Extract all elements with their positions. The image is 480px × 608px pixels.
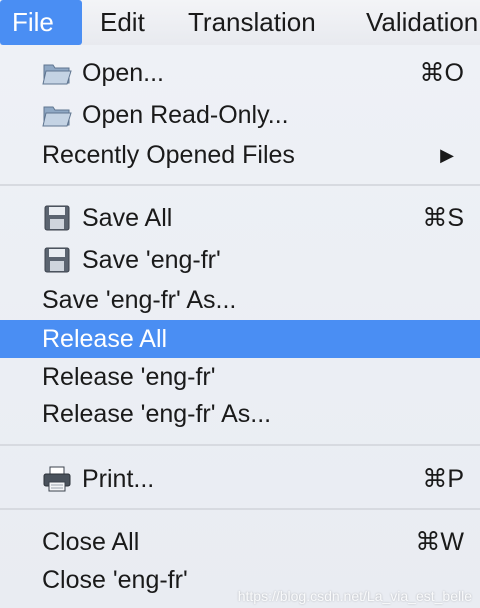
menubar-file[interactable]: File xyxy=(0,0,82,45)
menu-item-label: Close All xyxy=(42,528,140,556)
menu-item-release-all[interactable]: Release All xyxy=(0,320,480,358)
floppy-disk-icon xyxy=(42,246,72,274)
menu-item-label: Release All xyxy=(42,325,168,353)
shortcut-text: ⌘O xyxy=(419,59,464,87)
printer-icon xyxy=(42,465,72,493)
shortcut-text: ⌘S xyxy=(422,204,464,232)
folder-icon xyxy=(42,59,72,87)
menu-item-close-all[interactable]: Close All ⌘W xyxy=(0,523,480,561)
menu-item-open[interactable]: Open... ⌘O xyxy=(0,54,480,92)
menu-item-open-read-only[interactable]: Open Read-Only... xyxy=(0,96,480,134)
menu-item-label: Recently Opened Files xyxy=(42,141,295,169)
menu-item-label: Open Read-Only... xyxy=(82,101,289,129)
menu-item-label: Close 'eng-fr' xyxy=(42,566,188,594)
menu-item-save-eng-fr-as[interactable]: Save 'eng-fr' As... xyxy=(0,281,480,319)
menubar-validation[interactable]: Validation xyxy=(354,0,480,45)
shortcut-text: ⌘W xyxy=(415,528,464,556)
menu-item-label: Release 'eng-fr' As... xyxy=(42,400,272,428)
watermark-text: https://blog.csdn.net/La_via_est_belle xyxy=(237,588,472,604)
menu-item-save-eng-fr[interactable]: Save 'eng-fr' xyxy=(0,241,480,279)
menubar-edit[interactable]: Edit xyxy=(88,0,157,45)
menu-item-print[interactable]: Print... ⌘P xyxy=(0,460,480,498)
menu-item-label: Open... xyxy=(82,59,164,87)
menu-bar: File Edit Translation Validation xyxy=(0,0,480,46)
menubar-translation[interactable]: Translation xyxy=(176,0,328,45)
shortcut-text: ⌘P xyxy=(422,465,464,493)
menu-separator xyxy=(0,184,480,186)
menu-item-release-eng-fr-as[interactable]: Release 'eng-fr' As... xyxy=(0,395,480,433)
menu-item-label: Release 'eng-fr' xyxy=(42,363,216,391)
menu-item-label: Save 'eng-fr' As... xyxy=(42,286,237,314)
menu-separator xyxy=(0,444,480,446)
file-menu: Open... ⌘O Open Read-Only... Recently Op… xyxy=(0,45,480,608)
submenu-arrow-icon: ▶ xyxy=(440,145,454,165)
menu-item-release-eng-fr[interactable]: Release 'eng-fr' xyxy=(0,358,480,396)
floppy-disk-icon xyxy=(42,204,72,232)
menu-item-recently-opened-files[interactable]: Recently Opened Files ▶ xyxy=(0,136,480,174)
folder-icon xyxy=(42,101,72,129)
menu-item-label: Save All xyxy=(82,204,173,232)
menu-separator xyxy=(0,508,480,510)
menu-item-save-all[interactable]: Save All ⌘S xyxy=(0,199,480,237)
menu-item-label: Save 'eng-fr' xyxy=(82,246,221,274)
menu-item-label: Print... xyxy=(82,465,155,493)
